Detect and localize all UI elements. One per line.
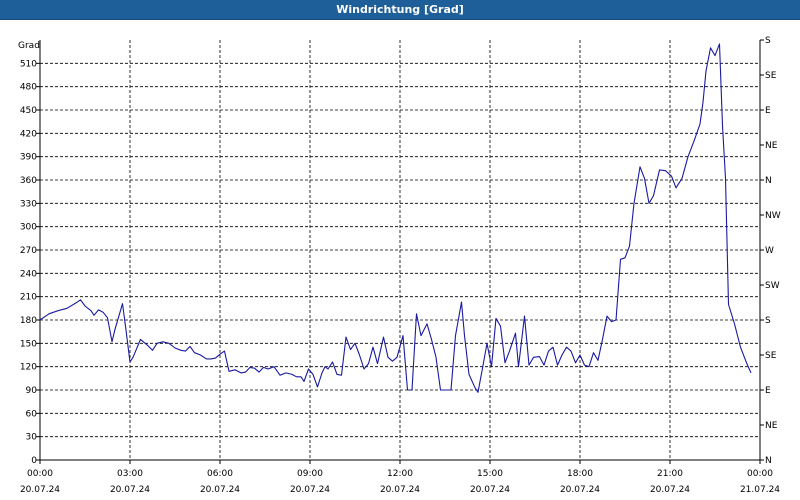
- x-axis-tick-labels: 00:00 20.07.24 03:00 20.07.24 06:00 20.07.24 0…: [20, 469, 780, 495]
- y-tick-label: 120: [20, 363, 37, 373]
- right-tick-label: NE: [765, 421, 778, 431]
- x-tick-date: 20.07.24: [560, 485, 600, 495]
- x-tick-time: 00:00: [27, 469, 53, 479]
- right-axis-tick-labels: N NE E SE S SW W NW N NE E SE S: [765, 36, 781, 466]
- x-tick-time: 00:00: [747, 469, 773, 479]
- x-tick-date: 20.07.24: [650, 485, 690, 495]
- right-tick-label: E: [765, 386, 771, 396]
- grid-lines: [40, 40, 760, 460]
- y-tick-label: 240: [20, 269, 37, 279]
- x-tick-date: 20.07.24: [290, 485, 330, 495]
- right-tick-label: NE: [765, 141, 778, 151]
- y-tick-label: 60: [26, 409, 38, 419]
- line-chart: 0 30 60 90 120 150 180 210 240 270 300 330 360 390 420…: [18, 36, 781, 495]
- right-tick-label: SW: [765, 281, 780, 291]
- y-tick-label: 180: [20, 316, 37, 326]
- right-tick-label: S: [765, 316, 771, 326]
- y-tick-label: 270: [20, 246, 37, 256]
- x-tick-date: 20.07.24: [20, 485, 60, 495]
- y-tick-label: 30: [26, 433, 38, 443]
- x-tick-time: 09:00: [297, 469, 323, 479]
- x-tick-date: 20.07.24: [470, 485, 510, 495]
- right-tick-label: S: [765, 36, 771, 46]
- x-tick-time: 21:00: [657, 469, 683, 479]
- y-tick-label: 450: [20, 106, 37, 116]
- x-tick-time: 03:00: [117, 469, 143, 479]
- y-tick-label: 150: [20, 339, 37, 349]
- y-tick-label: 360: [20, 176, 37, 186]
- right-tick-label: E: [765, 106, 771, 116]
- y-tick-label: 210: [20, 293, 37, 303]
- y-axis-label: Grad: [18, 41, 40, 51]
- left-axis-tick-labels: 0 30 60 90 120 150 180 210 240 270 300 330 360 390 420…: [20, 59, 37, 466]
- y-tick-label: 420: [20, 129, 37, 139]
- right-tick-label: SE: [765, 71, 777, 81]
- x-tick-date: 21.07.24: [740, 485, 780, 495]
- x-tick-date: 20.07.24: [380, 485, 420, 495]
- x-tick-time: 12:00: [387, 469, 413, 479]
- y-tick-label: 510: [20, 59, 37, 69]
- x-tick-date: 20.07.24: [110, 485, 150, 495]
- y-tick-label: 390: [20, 153, 37, 163]
- series-line: [39, 43, 752, 393]
- y-tick-label: 300: [20, 223, 37, 233]
- y-tick-label: 480: [20, 83, 37, 93]
- x-tick-time: 15:00: [477, 469, 503, 479]
- right-tick-label: SE: [765, 351, 777, 361]
- x-tick-date: 20.07.24: [200, 485, 240, 495]
- right-tick-label: N: [765, 176, 772, 186]
- y-tick-label: 90: [26, 386, 38, 396]
- y-tick-label: 330: [20, 199, 37, 209]
- right-tick-label: N: [765, 456, 772, 466]
- y-tick-label: 0: [31, 456, 37, 466]
- chart-title: Windrichtung [Grad]: [0, 0, 800, 20]
- x-tick-time: 06:00: [207, 469, 233, 479]
- x-tick-time: 18:00: [567, 469, 593, 479]
- right-tick-label: NW: [765, 211, 781, 221]
- series-layer: [39, 43, 752, 393]
- right-tick-label: W: [765, 246, 774, 256]
